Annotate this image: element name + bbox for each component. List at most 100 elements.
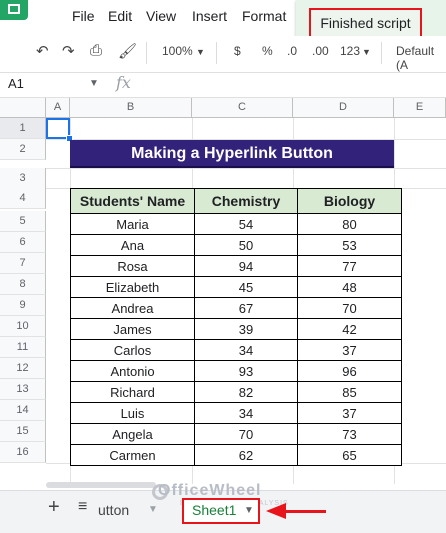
row-header[interactable]: 5 [0,211,46,232]
table-row: Andrea 67 70 [70,297,402,319]
cell-name[interactable]: Carmen [70,444,195,466]
cell-chemistry[interactable]: 67 [194,297,298,319]
cell-biology[interactable]: 37 [297,339,402,361]
row-header[interactable]: 2 [0,139,46,160]
table-row: Carlos 34 37 [70,339,402,361]
row-header[interactable]: 13 [0,379,46,400]
increase-decimal-button[interactable]: .00 [312,44,329,58]
menu-view[interactable]: View [146,8,176,24]
more-formats-button[interactable]: 123 [340,44,360,58]
formula-bar [0,72,446,98]
chevron-down-icon[interactable]: ▼ [362,47,371,57]
select-all-corner[interactable] [0,98,46,118]
cell-chemistry[interactable]: 62 [194,444,298,466]
sheet-tab-previous[interactable]: utton [98,502,129,518]
cell-name[interactable]: James [70,318,195,340]
row-header[interactable]: 1 [0,118,46,139]
column-header-e[interactable]: E [394,98,446,118]
chevron-down-icon[interactable]: ▼ [196,47,205,57]
header-chemistry[interactable]: Chemistry [194,188,298,214]
cell-biology[interactable]: 96 [297,360,402,382]
grid-line [46,168,446,169]
cell-biology[interactable]: 53 [297,234,402,256]
cell-name[interactable]: Antonio [70,360,195,382]
font-select[interactable]: Default (A [396,44,446,72]
cell-biology[interactable]: 80 [297,213,402,235]
column-header-c[interactable]: C [192,98,293,118]
row-header[interactable]: 16 [0,442,46,463]
column-header-d[interactable]: D [293,98,394,118]
percent-format-button[interactable]: % [262,44,273,58]
paint-format-icon[interactable]: 🖌 [118,42,137,60]
cell-chemistry[interactable]: 93 [194,360,298,382]
row-header[interactable]: 10 [0,316,46,337]
column-header-a[interactable]: A [46,98,70,118]
table-row: Antonio 93 96 [70,360,402,382]
cell-biology[interactable]: 65 [297,444,402,466]
redo-icon[interactable]: ↷ [62,42,75,60]
cell-biology[interactable]: 73 [297,423,402,445]
cell-biology[interactable]: 37 [297,402,402,424]
row-header[interactable]: 14 [0,400,46,421]
header-students-name[interactable]: Students' Name [70,188,195,214]
row-header[interactable]: 4 [0,188,46,209]
annotation-arrow-icon [266,503,286,519]
cell-biology[interactable]: 85 [297,381,402,403]
menu-edit[interactable]: Edit [108,8,132,24]
cell-chemistry[interactable]: 50 [194,234,298,256]
sheet-title-cell[interactable]: Making a Hyperlink Button [70,140,394,168]
cell-name[interactable]: Andrea [70,297,195,319]
sheets-logo-icon[interactable] [0,0,28,20]
table-row: Luis 34 37 [70,402,402,424]
cell-chemistry[interactable]: 34 [194,339,298,361]
cell-biology[interactable]: 70 [297,297,402,319]
chevron-down-icon[interactable]: ▼ [148,504,158,515]
cell-chemistry[interactable]: 54 [194,213,298,235]
cell-chemistry[interactable]: 39 [194,318,298,340]
cell-name[interactable]: Rosa [70,255,195,277]
cell-chemistry[interactable]: 94 [194,255,298,277]
row-header[interactable]: 3 [0,168,46,189]
cell-biology[interactable]: 42 [297,318,402,340]
row-header[interactable]: 11 [0,337,46,358]
cell-biology[interactable]: 77 [297,255,402,277]
students-table: Students' Name Chemistry Biology Maria 54… [70,188,402,466]
cell-chemistry[interactable]: 34 [194,402,298,424]
row-header[interactable]: 8 [0,274,46,295]
row-header[interactable]: 7 [0,253,46,274]
cell-name[interactable]: Richard [70,381,195,403]
toolbar-divider [216,42,217,64]
row-header[interactable]: 6 [0,232,46,253]
sheet-tab-label[interactable]: Sheet1 [192,502,236,518]
cell-name[interactable]: Maria [70,213,195,235]
currency-format-button[interactable]: $ [234,44,241,58]
chevron-down-icon[interactable]: ▼ [244,505,254,516]
cell-name[interactable]: Carlos [70,339,195,361]
undo-icon[interactable]: ↶ [36,42,49,60]
cell-chemistry[interactable]: 45 [194,276,298,298]
cell-name[interactable]: Luis [70,402,195,424]
row-header[interactable]: 12 [0,358,46,379]
name-box[interactable]: A1 [8,76,24,91]
row-header[interactable]: 15 [0,421,46,442]
cell-name[interactable]: Ana [70,234,195,256]
cell-name[interactable]: Angela [70,423,195,445]
cell-chemistry[interactable]: 70 [194,423,298,445]
menu-format[interactable]: Format [242,8,286,24]
menu-insert[interactable]: Insert [192,8,227,24]
header-biology[interactable]: Biology [297,188,402,214]
table-row: Angela 70 73 [70,423,402,445]
cell-name[interactable]: Elizabeth [70,276,195,298]
cell-chemistry[interactable]: 82 [194,381,298,403]
row-header[interactable]: 9 [0,295,46,316]
decrease-decimal-button[interactable]: .0 [287,44,297,58]
zoom-select[interactable]: 100% [162,44,193,58]
all-sheets-button[interactable]: ≡ [78,498,87,516]
menu-file[interactable]: File [72,8,95,24]
print-icon[interactable]: ⎙ [90,42,102,59]
add-sheet-button[interactable]: + [48,496,60,519]
column-header-b[interactable]: B [70,98,192,118]
chevron-down-icon[interactable]: ▼ [89,78,99,89]
horizontal-scrollbar[interactable] [46,482,156,488]
cell-biology[interactable]: 48 [297,276,402,298]
